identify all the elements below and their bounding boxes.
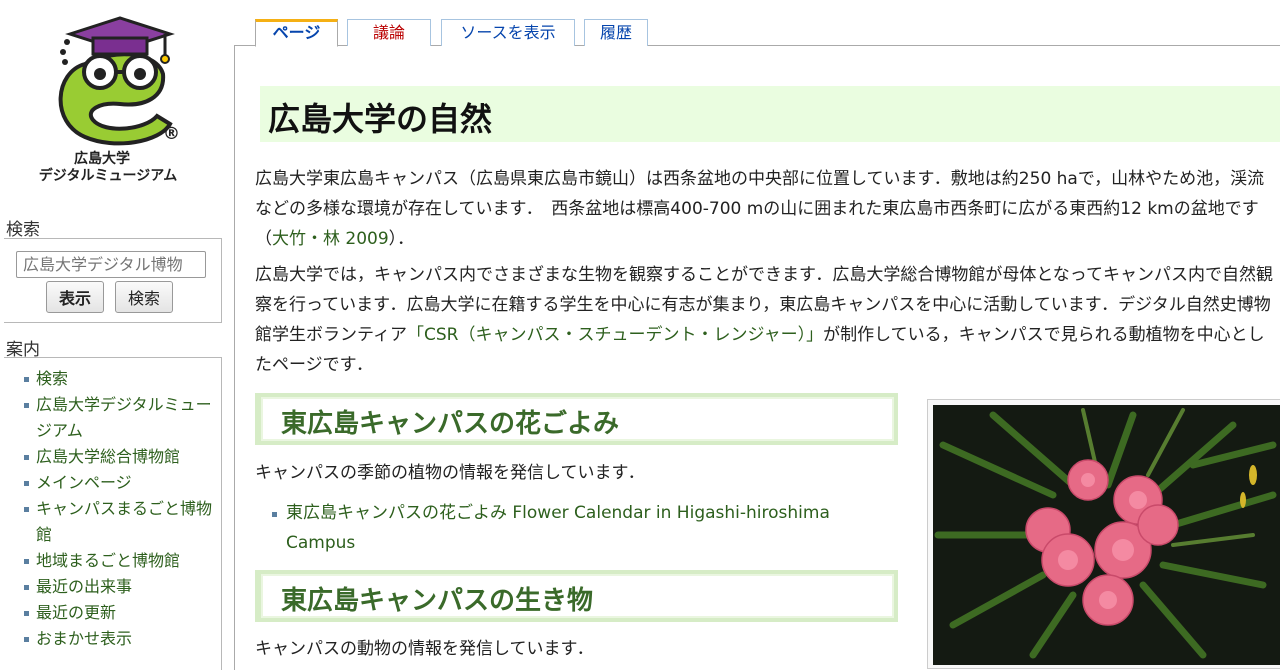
site-logo[interactable]: ® 広島大学 デジタルミュージアム	[39, 12, 195, 184]
life-description: キャンパスの動物の情報を発信しています．	[255, 639, 594, 659]
section-heading-flowers: 東広島キャンパスの花ごよみ	[255, 393, 898, 445]
nav-item-region-museum[interactable]: 地域まるごと博物館	[24, 548, 214, 574]
section-heading-life: 東広島キャンパスの生き物	[255, 570, 898, 622]
tab-view-source[interactable]: ソースを表示	[441, 19, 575, 46]
nav-item-search[interactable]: 検索	[24, 366, 214, 392]
intro-paragraph-2: 広島大学では，キャンパス内でさまざまな生物を観察することができます．広島大学総合…	[255, 260, 1280, 380]
nav-item-campus-museum[interactable]: キャンパスまるごと博物館	[24, 496, 214, 548]
logo-text-line2: デジタルミュージアム	[38, 168, 178, 184]
intro-paragraph-1: 広島大学東広島キャンパス（広島県東広島市鏡山）は西条盆地の中央部に位置しています…	[255, 164, 1280, 254]
nav-item-random[interactable]: おまかせ表示	[24, 626, 214, 652]
registered-mark: ®	[163, 124, 180, 144]
section-title-flowers: 東広島キャンパスの花ごよみ	[281, 409, 620, 439]
search-input[interactable]	[16, 251, 206, 278]
flower-calendar-link[interactable]: 東広島キャンパスの花ごよみ Flower Calendar in Higashi…	[272, 498, 892, 558]
csr-link[interactable]: 「CSR（キャンパス・スチューデント・レンジャー）」	[407, 325, 823, 345]
navigation-list: 検索 広島大学デジタルミュージアム 広島大学総合博物館 メインページ キャンパス…	[24, 366, 214, 652]
nav-item-general-museum[interactable]: 広島大学総合博物館	[24, 444, 214, 470]
section-title-life: 東広島キャンパスの生き物	[281, 586, 594, 616]
navigation-portlet: 検索 広島大学デジタルミュージアム 広島大学総合博物館 メインページ キャンパス…	[4, 357, 222, 670]
pink-flower-image	[933, 405, 1280, 665]
page-title: 広島大学の自然	[268, 100, 493, 138]
nav-item-recent-events[interactable]: 最近の出来事	[24, 574, 214, 600]
oleander-photo[interactable]	[927, 399, 1280, 669]
nav-item-main-page[interactable]: メインページ	[24, 470, 214, 496]
tab-page[interactable]: ページ	[255, 19, 338, 47]
search-portlet: 表示 検索	[4, 238, 222, 323]
search-button[interactable]: 検索	[115, 281, 174, 313]
search-heading: 検索	[6, 220, 40, 240]
page-title-bar: 広島大学の自然	[260, 86, 1280, 142]
intro1-text-b: ）．	[388, 229, 415, 249]
go-button[interactable]: 表示	[46, 281, 105, 313]
tab-talk[interactable]: 議論	[347, 19, 431, 46]
tab-history[interactable]: 履歴	[584, 19, 648, 46]
nav-item-recent-changes[interactable]: 最近の更新	[24, 600, 214, 626]
citation-link[interactable]: 大竹・林 2009	[272, 229, 389, 249]
nav-item-digital-museum[interactable]: 広島大学デジタルミュージアム	[24, 392, 214, 444]
